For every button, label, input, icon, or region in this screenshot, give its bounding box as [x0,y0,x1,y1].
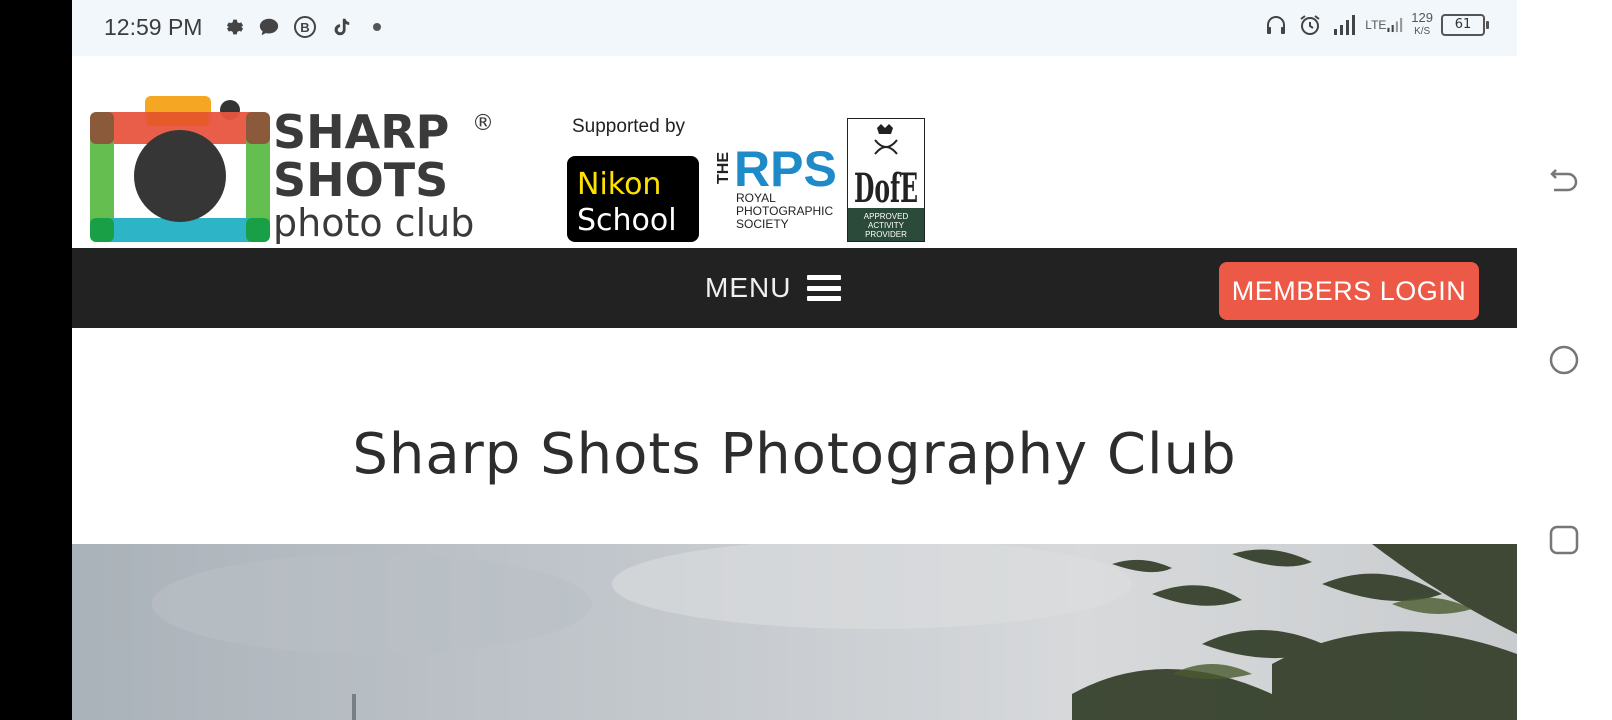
svg-text:SOCIETY: SOCIETY [736,217,789,231]
svg-text:School: School [577,203,677,238]
system-status-icons: LTE 129 K/S 61 [1263,10,1489,38]
logo-line3: photo club [273,201,474,245]
recents-button[interactable] [1548,524,1580,556]
svg-text:RPS: RPS [734,141,837,197]
status-time: 12:59 PM [104,14,203,40]
b-circle-icon: B [292,14,318,40]
hamburger-icon [807,275,842,301]
chat-bubble-icon [256,14,282,40]
headphones-icon [1263,12,1289,38]
dot-icon [364,14,390,40]
system-navigation-bar [1517,0,1612,720]
svg-text:B: B [300,20,309,35]
alarm-icon [1297,12,1323,38]
supported-by-label: Supported by [572,116,686,137]
svg-text:DofE: DofE [854,165,918,212]
logo-line1: SHARP [273,105,449,159]
site-header: SHARP ® SHOTS photo club Supported by Ni… [72,56,1517,248]
svg-text:ACTIVITY: ACTIVITY [868,221,905,230]
svg-text:PROVIDER: PROVIDER [865,230,907,239]
page-title: Sharp Shots Photography Club [352,422,1237,487]
dofe-logo: DofE APPROVED ACTIVITY PROVIDER [847,118,925,242]
back-button[interactable] [1548,164,1580,196]
network-speed: 129 K/S [1411,10,1433,37]
menu-label: MENU [705,272,792,303]
signal-icon [1331,12,1357,38]
lte-signal-icon: LTE [1365,12,1403,38]
notification-icons: B [220,14,390,40]
main-navbar: MENU MEMBERS LOGIN [72,248,1517,328]
sharp-shots-logo[interactable]: SHARP ® SHOTS photo club [90,96,510,246]
rps-logo: THE RPS ROYAL PHOTOGRAPHIC SOCIETY [715,141,837,231]
menu-toggle[interactable]: MENU [705,248,842,328]
svg-text:Nikon: Nikon [577,167,661,202]
svg-text:PHOTOGRAPHIC: PHOTOGRAPHIC [736,204,833,218]
nikon-school-logo: Nikon School [567,156,699,242]
browser-viewport: 12:59 PM B LTE 129 K/S 61 SHARP ® SHOTS … [72,0,1517,720]
svg-text:APPROVED: APPROVED [864,212,909,221]
tiktok-icon [328,14,354,40]
logo-registered-mark: ® [472,111,494,136]
members-login-button[interactable]: MEMBERS LOGIN [1219,262,1479,320]
sponsors-block: Supported by Nikon School THE RPS ROYAL … [562,114,1012,249]
hero-image [72,544,1517,720]
logo-line2: SHOTS [273,153,448,207]
home-button[interactable] [1548,344,1580,376]
battery-icon: 61 [1441,14,1489,36]
svg-text:THE: THE [715,152,732,184]
gear-icon [220,14,246,40]
title-section: Sharp Shots Photography Club [72,328,1517,544]
status-bar: 12:59 PM B LTE 129 K/S 61 [72,0,1517,56]
svg-text:ROYAL: ROYAL [736,191,776,205]
